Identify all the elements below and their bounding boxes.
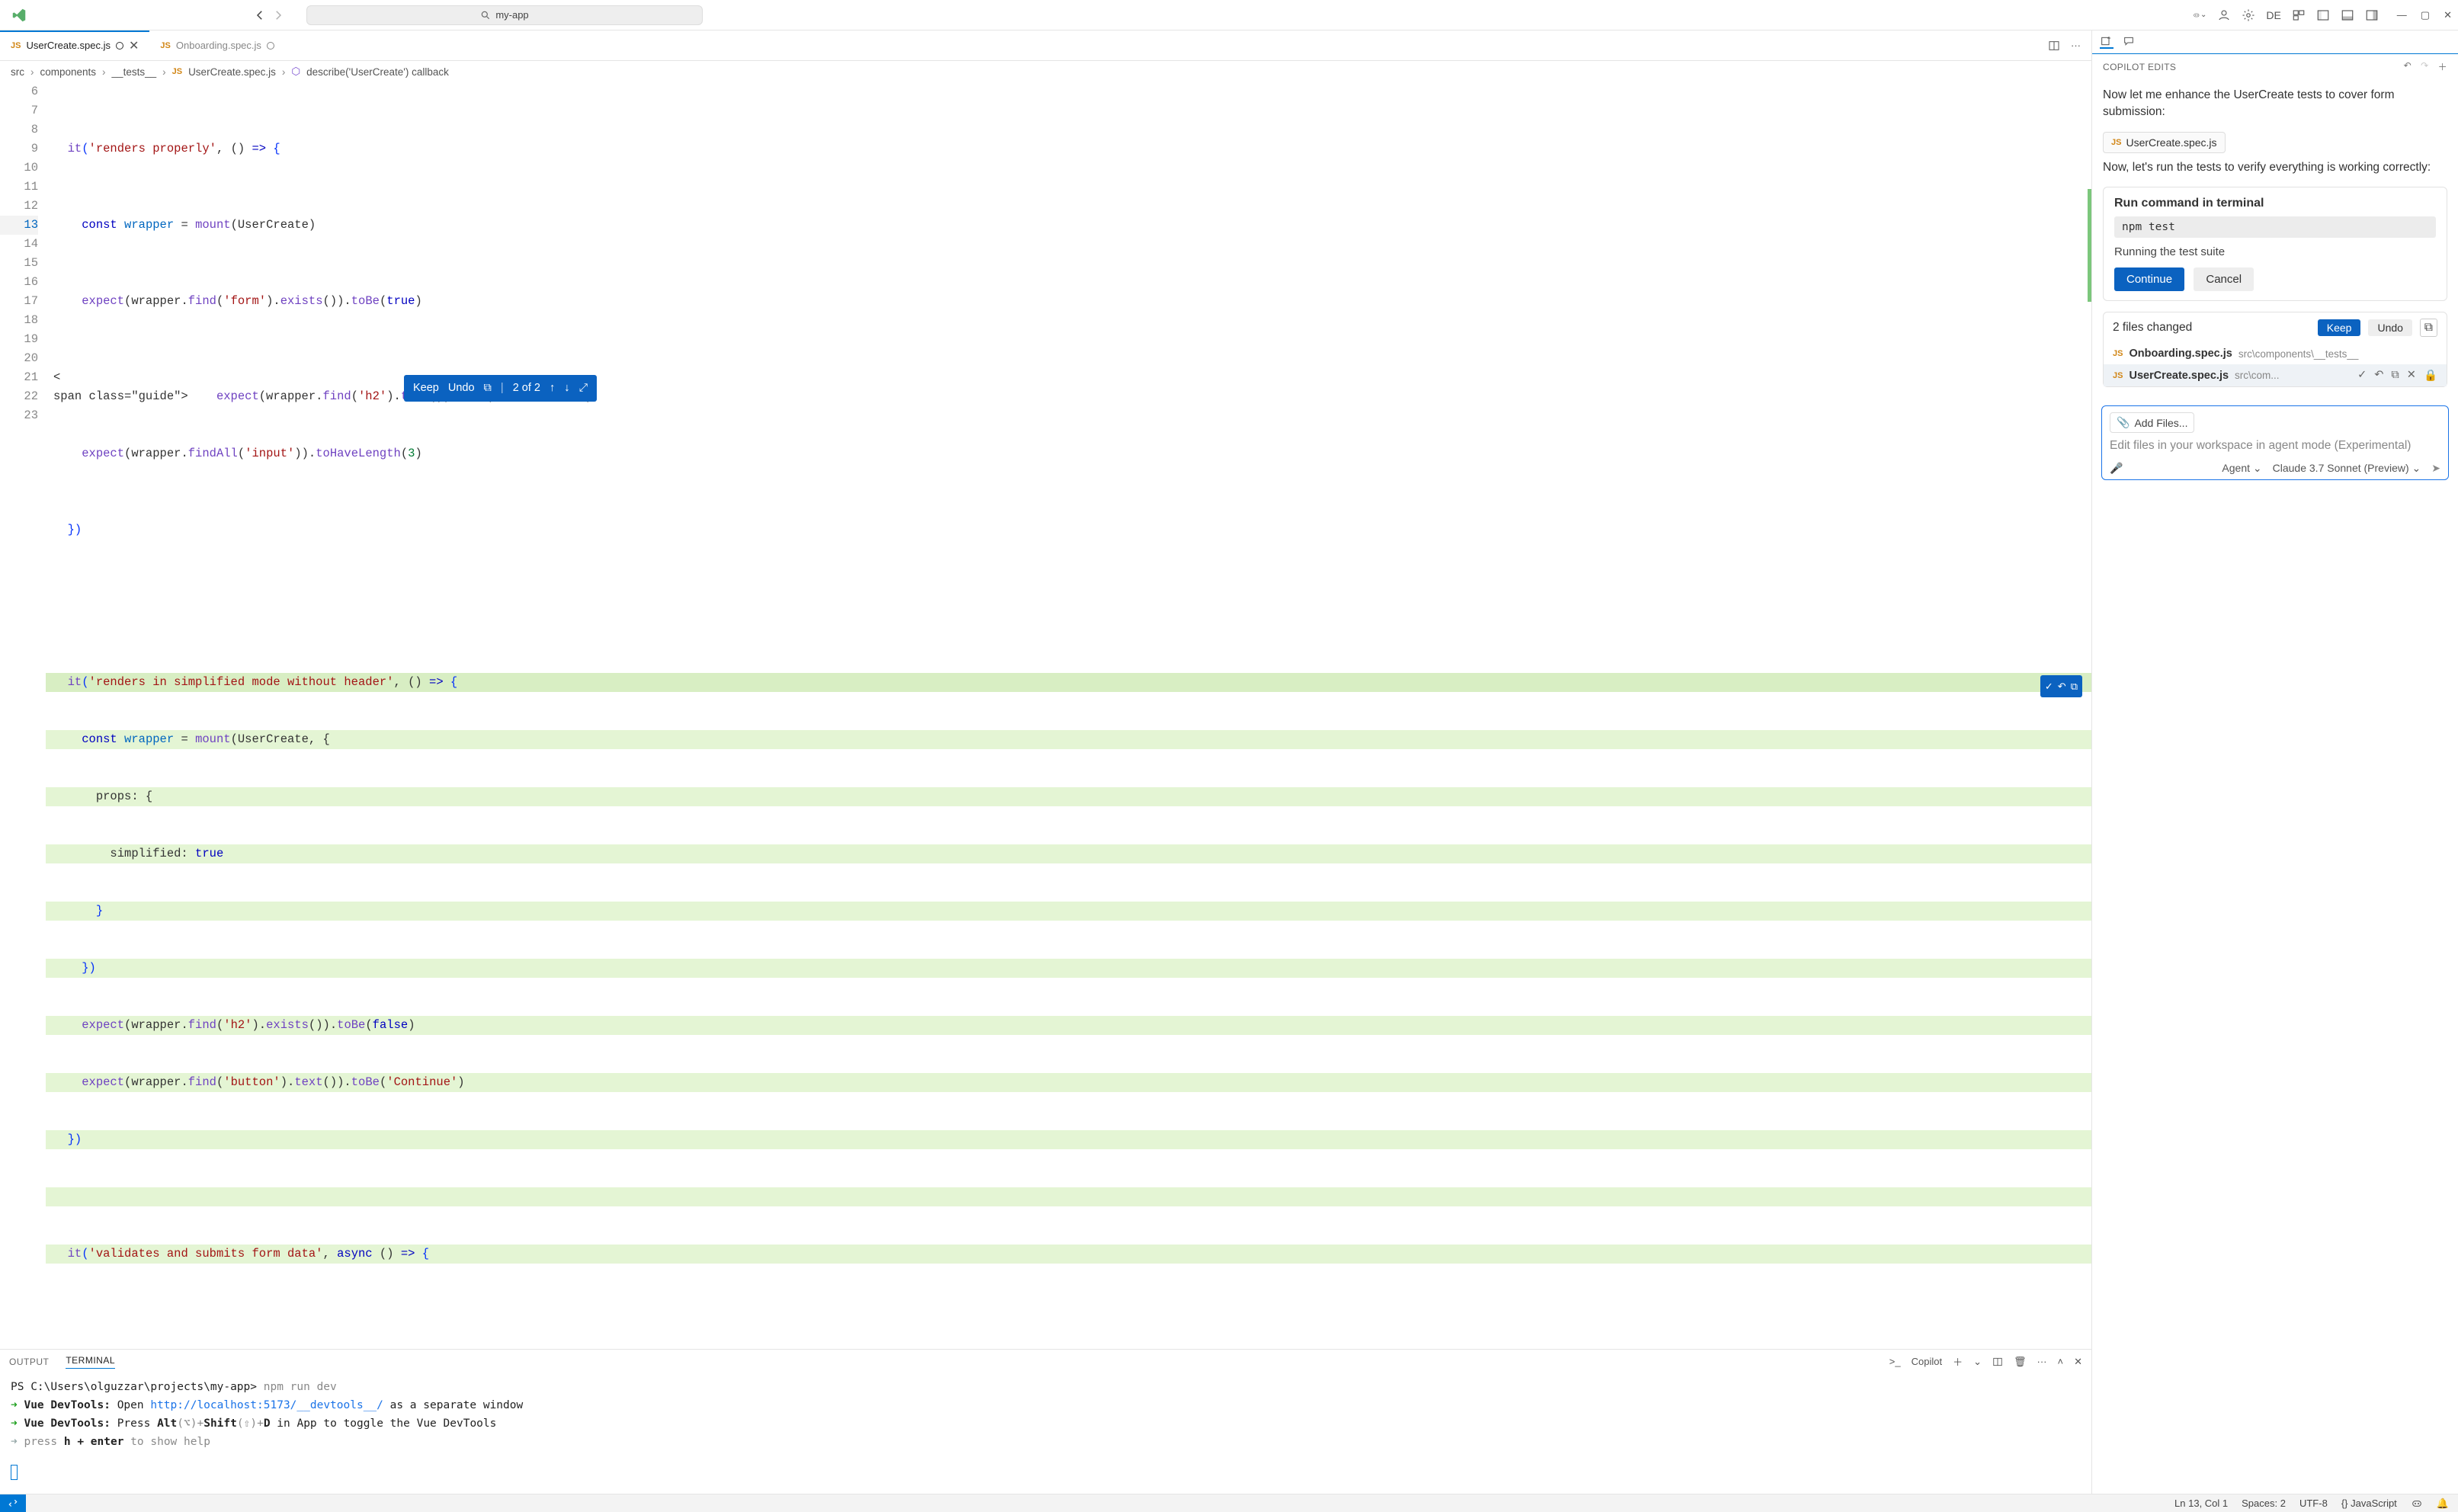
undo-file-icon[interactable]: ↶ bbox=[2374, 369, 2383, 382]
js-icon: JS bbox=[160, 41, 170, 50]
copilot-panel: COPILOT EDITS ↶ ↷ ＋ Now let me enhance t… bbox=[2092, 30, 2458, 1494]
kill-terminal-icon[interactable]: 🗑 bbox=[2014, 1356, 2027, 1368]
account-icon[interactable] bbox=[2217, 8, 2231, 22]
undo-history-icon[interactable]: ↶ bbox=[2404, 60, 2412, 73]
js-icon: JS bbox=[11, 41, 21, 50]
more-icon[interactable]: ··· bbox=[2037, 1356, 2047, 1367]
status-encoding[interactable]: UTF-8 bbox=[2299, 1498, 2328, 1509]
new-terminal-icon[interactable]: ＋ bbox=[1953, 1354, 1963, 1369]
panel-tab-output[interactable]: OUTPUT bbox=[9, 1357, 49, 1367]
copilot-new-icon[interactable] bbox=[2100, 35, 2113, 49]
editor-tabs: JS UserCreate.spec.js ✕ JS Onboarding.sp… bbox=[0, 30, 2091, 61]
dirty-indicator bbox=[116, 42, 123, 50]
send-icon[interactable]: ➤ bbox=[2431, 462, 2440, 475]
continue-button[interactable]: Continue bbox=[2114, 267, 2184, 291]
maximize-panel-icon[interactable]: ˄ bbox=[2058, 1356, 2064, 1367]
maximize-button[interactable]: ▢ bbox=[2421, 9, 2430, 21]
next-change-icon[interactable]: ↓ bbox=[564, 379, 569, 398]
copilot-titlebar-icon[interactable]: ⌄ bbox=[2193, 8, 2206, 22]
diff-icon[interactable]: ⧉ bbox=[484, 379, 492, 398]
tab-usercreate[interactable]: JS UserCreate.spec.js ✕ bbox=[0, 30, 149, 60]
more-actions-icon[interactable]: ··· bbox=[2071, 40, 2081, 52]
terminal-profile-icon[interactable]: >_ bbox=[1889, 1356, 1901, 1367]
tab-label: Onboarding.spec.js bbox=[176, 40, 261, 51]
forward-button[interactable] bbox=[271, 8, 285, 22]
panel-tab-terminal[interactable]: TERMINAL bbox=[66, 1355, 115, 1369]
close-tab-icon[interactable]: ✕ bbox=[129, 38, 139, 53]
terminal-profile-label: Copilot bbox=[1912, 1356, 1942, 1367]
terminal-dropdown-icon[interactable]: ⌄ bbox=[1973, 1356, 1982, 1368]
bottom-panel: OUTPUT TERMINAL >_ Copilot ＋ ⌄ 🗑 ··· ˄ ✕ bbox=[0, 1349, 2091, 1494]
changed-file-row[interactable]: JS Onboarding.spec.js src\components\__t… bbox=[2104, 343, 2447, 364]
copilot-title: COPILOT EDITS bbox=[2103, 62, 2176, 72]
add-files-button[interactable]: 📎 Add Files... bbox=[2110, 412, 2194, 433]
discard-file-icon[interactable]: ✕ bbox=[2407, 369, 2416, 382]
tab-onboarding[interactable]: JS Onboarding.spec.js bbox=[149, 30, 284, 60]
breadcrumb[interactable]: src› components› __tests__› JS UserCreat… bbox=[0, 61, 2091, 82]
diff-all-icon[interactable]: ⧉ bbox=[2420, 319, 2437, 337]
nav-arrows bbox=[253, 8, 285, 22]
keep-undo-bar[interactable]: Keep Undo ⧉ | 2 of 2 ↑ ↓ ⤢ bbox=[404, 375, 597, 402]
status-copilot-icon[interactable] bbox=[2411, 1498, 2423, 1510]
copilot-textbox[interactable] bbox=[2110, 439, 2440, 453]
status-position[interactable]: Ln 13, Col 1 bbox=[2174, 1498, 2228, 1509]
split-editor-icon[interactable] bbox=[2048, 40, 2060, 52]
panel-bottom-icon[interactable] bbox=[2341, 8, 2354, 22]
mode-selector[interactable]: Agent ⌄ bbox=[2222, 462, 2261, 475]
split-terminal-icon[interactable] bbox=[1992, 1357, 2003, 1367]
redo-history-icon[interactable]: ↷ bbox=[2421, 60, 2428, 73]
symbol-icon: ⬡ bbox=[291, 66, 300, 78]
changed-file-row[interactable]: JS UserCreate.spec.js src\com... ✓ ↶ ⧉ ✕… bbox=[2104, 364, 2447, 386]
status-language[interactable]: {} JavaScript bbox=[2341, 1498, 2397, 1509]
new-session-icon[interactable]: ＋ bbox=[2438, 60, 2447, 73]
titlebar: my-app ⌄ DE ― ▢ ✕ bbox=[0, 0, 2458, 30]
search-text: my-app bbox=[495, 9, 528, 21]
terminal[interactable]: PS C:\Users\olguzzar\projects\my-app> np… bbox=[0, 1373, 2091, 1494]
copilot-message: Now, let's run the tests to verify every… bbox=[2103, 159, 2447, 176]
line-gutter: 67891011121314151617181920212223 bbox=[0, 82, 46, 1349]
expand-icon[interactable]: ⤢ bbox=[578, 379, 588, 398]
code-editor[interactable]: 67891011121314151617181920212223 it('ren… bbox=[0, 82, 2091, 1349]
command-center[interactable]: my-app bbox=[306, 5, 703, 25]
layout-customize-icon[interactable] bbox=[2292, 8, 2306, 22]
copilot-message: Now let me enhance the UserCreate tests … bbox=[2103, 87, 2447, 121]
prev-change-icon[interactable]: ↑ bbox=[550, 379, 555, 398]
close-panel-icon[interactable]: ✕ bbox=[2074, 1356, 2082, 1368]
copilot-input[interactable]: 📎 Add Files... 🎤 Agent ⌄ Claude 3.7 Sonn… bbox=[2101, 405, 2449, 480]
cancel-button[interactable]: Cancel bbox=[2194, 267, 2254, 291]
model-selector[interactable]: Claude 3.7 Sonnet (Preview) ⌄ bbox=[2273, 462, 2421, 475]
remote-indicator[interactable] bbox=[0, 1494, 26, 1512]
tab-label: UserCreate.spec.js bbox=[26, 40, 111, 51]
status-spaces[interactable]: Spaces: 2 bbox=[2242, 1498, 2286, 1509]
settings-icon[interactable] bbox=[2242, 8, 2255, 22]
vscode-icon bbox=[11, 7, 27, 24]
status-bell-icon[interactable]: 🔔 bbox=[2437, 1498, 2449, 1510]
lock-icon[interactable]: 🔒 bbox=[2424, 369, 2437, 382]
minimize-button[interactable]: ― bbox=[2397, 9, 2407, 21]
terminal-cursor bbox=[11, 1465, 18, 1480]
inline-suggestion-actions[interactable]: ✓↶⧉ bbox=[2040, 675, 2082, 697]
attach-icon: 📎 bbox=[2117, 416, 2130, 429]
back-button[interactable] bbox=[253, 8, 267, 22]
terminal-command-card: Run command in terminal npm test Running… bbox=[2103, 187, 2447, 301]
mic-icon[interactable]: 🎤 bbox=[2110, 462, 2123, 475]
panel-left-icon[interactable] bbox=[2316, 8, 2330, 22]
close-button[interactable]: ✕ bbox=[2444, 9, 2452, 21]
keep-all-button[interactable]: Keep bbox=[2318, 319, 2361, 336]
search-icon bbox=[480, 10, 491, 21]
language-button[interactable]: DE bbox=[2266, 9, 2280, 21]
statusbar: Ln 13, Col 1 Spaces: 2 UTF-8 {} JavaScri… bbox=[0, 1494, 2458, 1512]
undo-all-button[interactable]: Undo bbox=[2368, 319, 2412, 336]
accept-file-icon[interactable]: ✓ bbox=[2357, 369, 2367, 382]
diff-file-icon[interactable]: ⧉ bbox=[2391, 369, 2399, 382]
changes-card: 2 files changed Keep Undo ⧉ JS Onboardin… bbox=[2103, 312, 2447, 387]
dirty-indicator bbox=[267, 42, 274, 50]
file-chip[interactable]: JS UserCreate.spec.js bbox=[2103, 132, 2226, 153]
copilot-chat-icon[interactable] bbox=[2123, 35, 2136, 49]
panel-right-icon[interactable] bbox=[2365, 8, 2379, 22]
